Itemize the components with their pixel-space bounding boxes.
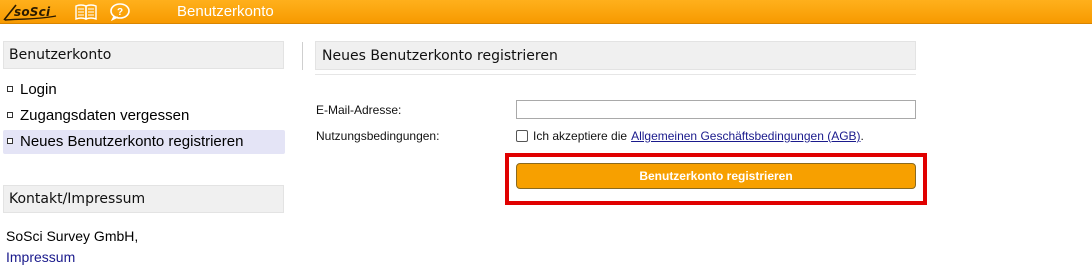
terms-label: Nutzungsbedingungen:: [316, 129, 440, 143]
sidebar-item-label: Login: [20, 81, 57, 98]
sidebar-nav: Login Zugangsdaten vergessen Neues Benut…: [3, 78, 285, 156]
column-divider: [302, 42, 303, 70]
chat-icon[interactable]: ?: [109, 3, 131, 21]
top-bar: soSci ? Benutzerkonto: [0, 0, 1092, 24]
register-button[interactable]: Benutzerkonto registrieren: [516, 163, 916, 189]
sidebar-item-register[interactable]: Neues Benutzerkonto registrieren: [3, 130, 285, 154]
terms-checkbox[interactable]: [516, 130, 528, 142]
app-title: Benutzerkonto: [177, 3, 274, 20]
soscі-logo[interactable]: soSci: [2, 2, 58, 22]
bullet-icon: [7, 112, 13, 118]
book-icon[interactable]: [75, 4, 97, 20]
bullet-icon: [7, 138, 13, 144]
sidebar-item-label: Zugangsdaten vergessen: [20, 107, 190, 124]
email-field[interactable]: [516, 100, 916, 119]
contact-section-title: Kontakt/Impressum: [3, 185, 284, 213]
terms-row: Ich akzeptiere die Allgemeinen Geschäfts…: [516, 129, 864, 143]
title-underline: [315, 74, 916, 75]
bullet-icon: [7, 86, 13, 92]
svg-text:?: ?: [117, 7, 123, 18]
email-label: E-Mail-Adresse:: [316, 103, 402, 117]
terms-suffix: .: [860, 129, 864, 143]
sidebar-item-forgot-credentials[interactable]: Zugangsdaten vergessen: [3, 104, 285, 128]
sidebar-section-title: Benutzerkonto: [3, 41, 284, 69]
agb-link[interactable]: Allgemeinen Geschäftsbedingungen (AGB): [631, 129, 860, 143]
page-title: Neues Benutzerkonto registrieren: [315, 41, 916, 70]
company-name: SoSci Survey GmbH,: [6, 228, 139, 244]
sidebar-item-login[interactable]: Login: [3, 78, 285, 102]
sidebar-item-label: Neues Benutzerkonto registrieren: [20, 133, 244, 150]
impressum-link[interactable]: Impressum: [6, 249, 75, 265]
logo-text: soSci: [14, 5, 51, 19]
terms-text: Ich akzeptiere die: [533, 129, 628, 143]
